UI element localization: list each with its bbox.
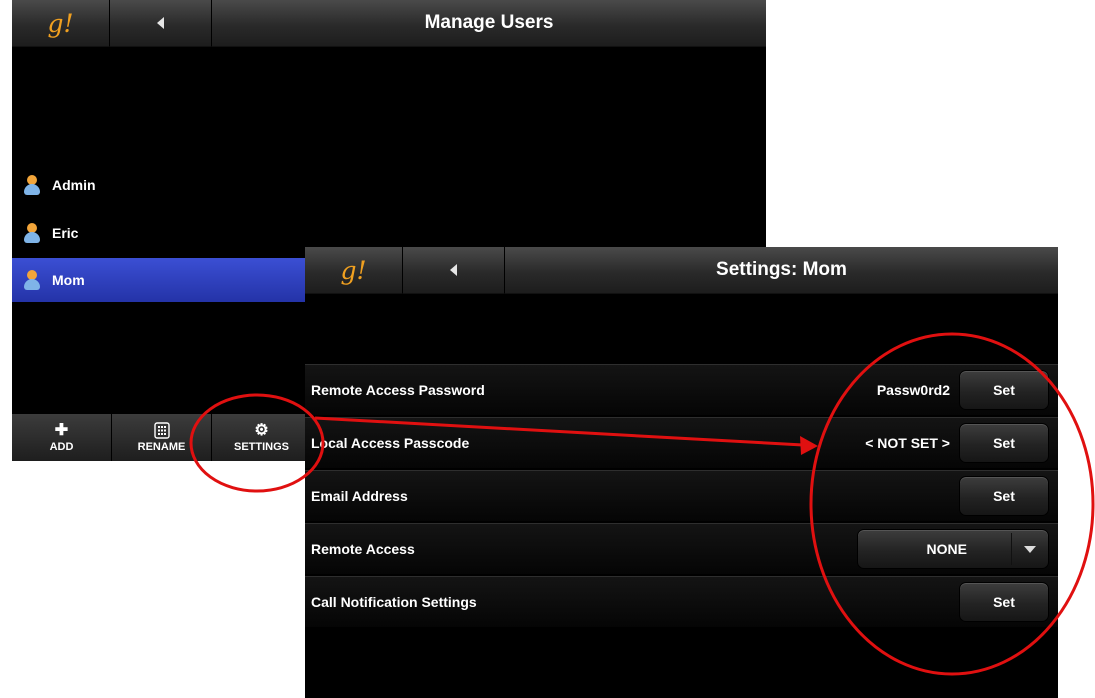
user-name: Admin bbox=[52, 177, 96, 193]
rename-button[interactable]: RENAME bbox=[112, 414, 212, 461]
gear-icon: ⚙ bbox=[254, 422, 269, 439]
setting-label: Remote Access Password bbox=[311, 382, 485, 398]
user-settings-screen: g! Settings: Mom Remote Access Password … bbox=[305, 247, 1058, 698]
rename-label: RENAME bbox=[137, 441, 186, 453]
user-icon bbox=[24, 270, 40, 290]
back-button[interactable] bbox=[403, 247, 505, 294]
title-bar: g! Settings: Mom bbox=[305, 247, 1058, 294]
user-icon bbox=[24, 175, 40, 195]
setting-label: Email Address bbox=[311, 488, 408, 504]
setting-label: Call Notification Settings bbox=[311, 594, 477, 610]
logo: g! bbox=[47, 8, 74, 38]
settings-label: SETTINGS bbox=[233, 441, 289, 453]
user-icon bbox=[24, 223, 40, 243]
set-email-button[interactable]: Set bbox=[959, 476, 1049, 516]
home-logo-button[interactable]: g! bbox=[12, 0, 110, 47]
plus-icon: ✚ bbox=[54, 422, 69, 439]
user-item-admin[interactable]: Admin bbox=[12, 163, 766, 207]
set-remote-password-button[interactable]: Set bbox=[959, 370, 1049, 410]
passcode-value: < NOT SET > bbox=[865, 435, 950, 451]
password-value: Passw0rd2 bbox=[876, 382, 950, 398]
user-name: Eric bbox=[52, 225, 79, 241]
set-local-passcode-button[interactable]: Set bbox=[959, 423, 1049, 463]
page-title: Manage Users bbox=[212, 0, 766, 47]
dropdown-value: NONE bbox=[926, 541, 967, 557]
add-button[interactable]: ✚ ADD bbox=[12, 414, 112, 461]
setting-label: Local Access Passcode bbox=[311, 435, 470, 451]
setting-label: Remote Access bbox=[311, 541, 415, 557]
settings-button[interactable]: ⚙ SETTINGS bbox=[212, 414, 312, 461]
home-logo-button[interactable]: g! bbox=[305, 247, 403, 294]
user-name: Mom bbox=[52, 272, 85, 288]
remote-access-row: Remote Access NONE bbox=[305, 523, 1058, 574]
remote-access-dropdown[interactable]: NONE bbox=[857, 529, 1049, 569]
keypad-icon bbox=[153, 422, 170, 441]
chevron-down-icon bbox=[1012, 545, 1048, 553]
email-address-row: Email Address Set bbox=[305, 470, 1058, 521]
back-arrow-icon bbox=[157, 17, 164, 29]
back-arrow-icon bbox=[450, 264, 457, 276]
title-bar: g! Manage Users bbox=[12, 0, 766, 47]
set-call-notification-button[interactable]: Set bbox=[959, 582, 1049, 622]
add-label: ADD bbox=[49, 441, 74, 453]
remote-access-password-row: Remote Access Password Passw0rd2 Set bbox=[305, 364, 1058, 415]
back-button[interactable] bbox=[110, 0, 212, 47]
local-access-passcode-row: Local Access Passcode < NOT SET > Set bbox=[305, 417, 1058, 468]
logo: g! bbox=[340, 255, 367, 285]
call-notification-row: Call Notification Settings Set bbox=[305, 576, 1058, 627]
page-title: Settings: Mom bbox=[505, 247, 1058, 294]
